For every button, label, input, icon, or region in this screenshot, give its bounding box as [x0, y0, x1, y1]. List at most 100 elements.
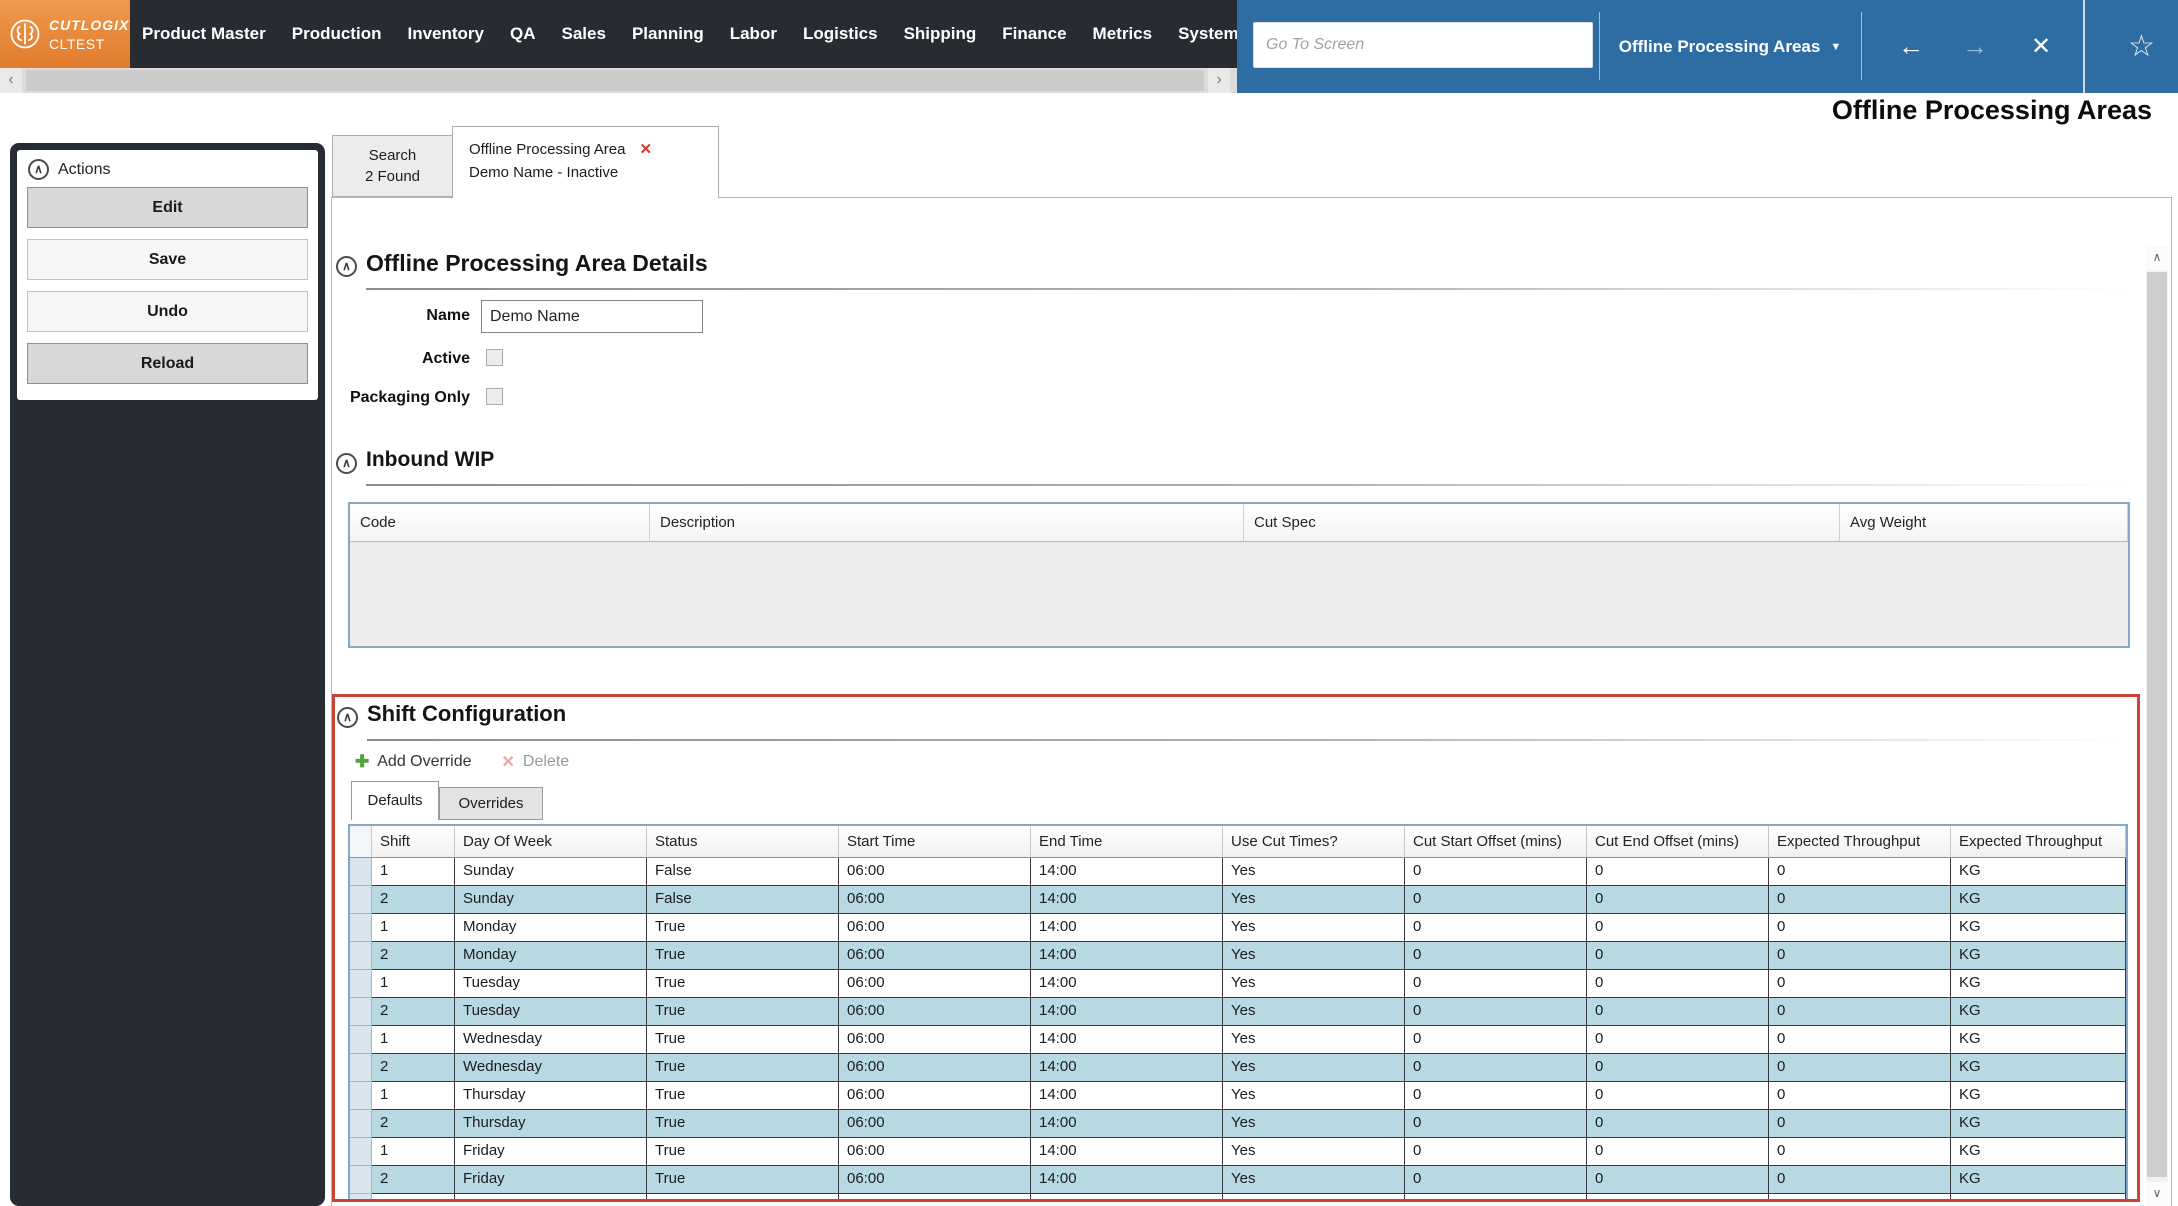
tab-offline-processing-area[interactable]: Offline Processing Area✕ Demo Name - Ina… [452, 126, 719, 198]
cell[interactable]: 14:00 [1031, 1054, 1223, 1082]
cell[interactable]: 0 [1405, 1110, 1587, 1138]
name-field[interactable] [481, 300, 703, 333]
cell[interactable]: 0 [1769, 998, 1951, 1026]
cell[interactable]: True [647, 1026, 839, 1054]
cell[interactable]: False [647, 858, 839, 886]
cell[interactable]: 06:00 [839, 914, 1031, 942]
cell[interactable]: True [647, 942, 839, 970]
cell[interactable]: False [647, 886, 839, 914]
cell[interactable]: True [647, 1082, 839, 1110]
delete-button[interactable]: ✕ Delete [502, 752, 570, 772]
cell[interactable]: 14:00 [1031, 970, 1223, 998]
cell[interactable]: KG [1951, 858, 2126, 886]
cell[interactable]: True [647, 1054, 839, 1082]
packaging-only-checkbox[interactable] [486, 388, 503, 405]
cell[interactable]: True [647, 914, 839, 942]
cell[interactable]: Yes [1223, 942, 1405, 970]
scroll-left-icon[interactable]: ‹ [0, 68, 22, 93]
cell[interactable]: 2 [372, 1166, 455, 1194]
cell[interactable]: True [647, 1166, 839, 1194]
cell[interactable]: 1 [372, 1026, 455, 1054]
nav-item-system[interactable]: System [1178, 24, 1237, 44]
brand-logo[interactable]: CUTLOGIX CLTEST [0, 0, 130, 68]
cell[interactable]: 06:00 [839, 1054, 1031, 1082]
cell[interactable]: Tuesday [455, 970, 647, 998]
cell[interactable]: 2 [372, 942, 455, 970]
tab-search-results[interactable]: Search 2 Found [332, 135, 453, 197]
tab-close-icon[interactable]: ✕ [639, 141, 652, 158]
wip-column-header[interactable]: Avg Weight [1840, 504, 2128, 542]
cell[interactable]: 0 [1587, 1138, 1769, 1166]
cell[interactable]: 0 [1405, 1054, 1587, 1082]
cell[interactable]: True [647, 998, 839, 1026]
collapse-icon[interactable]: ∧ [336, 256, 357, 277]
cell[interactable]: Yes [1223, 970, 1405, 998]
column-header[interactable]: Use Cut Times? [1223, 826, 1405, 858]
scroll-up-icon[interactable]: ∧ [2146, 246, 2168, 270]
cell[interactable]: Friday [455, 1138, 647, 1166]
nav-item-sales[interactable]: Sales [562, 24, 606, 44]
wip-column-header[interactable]: Description [650, 504, 1244, 542]
column-header[interactable]: Expected Throughput [1951, 826, 2126, 858]
cell[interactable]: 0 [1405, 1166, 1587, 1194]
cell[interactable]: 2 [372, 998, 455, 1026]
cell[interactable]: True [647, 1110, 839, 1138]
cell[interactable]: Yes [1223, 1166, 1405, 1194]
cell[interactable]: True [647, 970, 839, 998]
cell[interactable]: 0 [1405, 942, 1587, 970]
cell[interactable]: 14:00 [1031, 914, 1223, 942]
cell[interactable]: 0 [1405, 886, 1587, 914]
cell[interactable]: 0 [1405, 998, 1587, 1026]
save-button[interactable]: Save [27, 239, 308, 280]
forward-button[interactable]: → [1949, 0, 2001, 93]
cell[interactable]: KG [1951, 1054, 2126, 1082]
horizontal-scrollbar-thumb[interactable] [26, 70, 1204, 91]
cell[interactable]: KG [1951, 914, 2126, 942]
cell[interactable]: 0 [1587, 914, 1769, 942]
cell[interactable]: 0 [1769, 858, 1951, 886]
nav-item-inventory[interactable]: Inventory [407, 24, 484, 44]
vertical-scrollbar-thumb[interactable] [2147, 272, 2167, 1177]
horizontal-scrollbar[interactable]: ‹ › [0, 68, 1237, 93]
cell[interactable]: Yes [1223, 1054, 1405, 1082]
screen-selector-dropdown[interactable]: Offline Processing Areas ▼ [1611, 0, 1849, 93]
cell[interactable]: Yes [1223, 858, 1405, 886]
cell[interactable]: KG [1951, 1166, 2126, 1194]
cell[interactable]: 0 [1587, 998, 1769, 1026]
cell[interactable]: 0 [1587, 1082, 1769, 1110]
cell[interactable]: Monday [455, 914, 647, 942]
cell[interactable]: 0 [1587, 1110, 1769, 1138]
cell[interactable]: 14:00 [1031, 858, 1223, 886]
cell[interactable]: 14:00 [1031, 942, 1223, 970]
cell[interactable]: 2 [372, 886, 455, 914]
favorite-star-icon[interactable]: ☆ [2105, 0, 2178, 93]
cell[interactable]: 1 [372, 914, 455, 942]
active-checkbox[interactable] [486, 349, 503, 366]
cell[interactable]: 14:00 [1031, 1166, 1223, 1194]
column-header[interactable]: Shift [372, 826, 455, 858]
cell[interactable]: 0 [1587, 886, 1769, 914]
column-header[interactable]: End Time [1031, 826, 1223, 858]
nav-item-shipping[interactable]: Shipping [904, 24, 977, 44]
cell[interactable]: 1 [372, 858, 455, 886]
undo-button[interactable]: Undo [27, 291, 308, 332]
nav-item-production[interactable]: Production [292, 24, 382, 44]
cell[interactable]: 06:00 [839, 1110, 1031, 1138]
cell[interactable]: 06:00 [839, 1082, 1031, 1110]
cell[interactable]: KG [1951, 970, 2126, 998]
collapse-icon[interactable]: ∧ [28, 159, 49, 180]
cell[interactable]: 0 [1405, 1082, 1587, 1110]
cell[interactable]: 14:00 [1031, 886, 1223, 914]
cell[interactable]: 0 [1769, 942, 1951, 970]
scroll-right-icon[interactable]: › [1208, 68, 1230, 93]
cell[interactable]: Friday [455, 1166, 647, 1194]
cell[interactable]: 0 [1769, 1082, 1951, 1110]
wip-column-header[interactable]: Code [350, 504, 650, 542]
cell[interactable]: 0 [1587, 858, 1769, 886]
cell[interactable]: 0 [1405, 970, 1587, 998]
cell[interactable]: 06:00 [839, 1138, 1031, 1166]
column-header[interactable]: Expected Throughput [1769, 826, 1951, 858]
cell[interactable]: 06:00 [839, 998, 1031, 1026]
nav-item-product-master[interactable]: Product Master [142, 24, 266, 44]
tab-defaults[interactable]: Defaults [351, 781, 439, 820]
